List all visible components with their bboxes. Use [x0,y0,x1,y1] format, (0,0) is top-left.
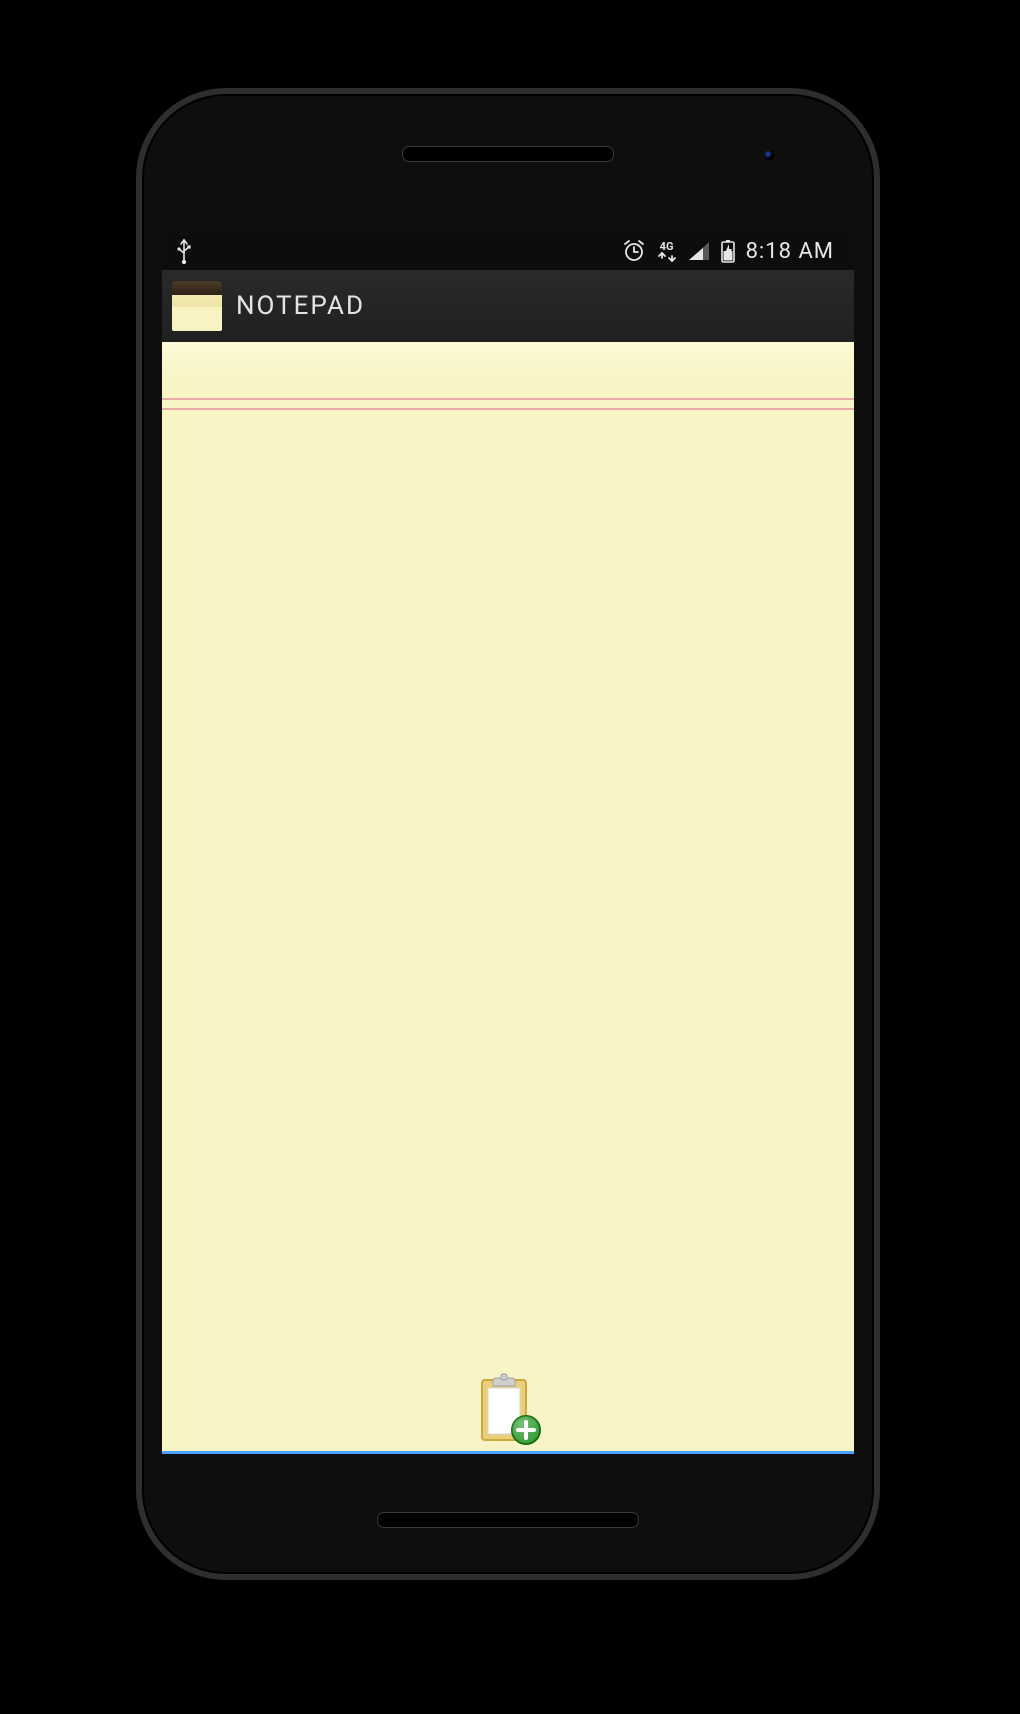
status-clock: 8:18 AM [746,239,834,264]
speaker-grille [402,146,614,162]
notepad-canvas[interactable] [162,342,854,1454]
front-camera [764,150,774,160]
app-title: NOTEPAD [236,291,365,321]
notepad-app-icon [172,281,222,331]
screen: 4G [162,232,854,1454]
action-bar: NOTEPAD [162,270,854,342]
plus-badge-icon [512,1416,540,1444]
alarm-icon [622,239,646,263]
network-4g-icon: 4G [656,241,678,262]
battery-charging-icon [720,239,736,263]
usb-icon [176,237,192,265]
signal-icon [688,241,710,261]
add-note-button[interactable] [468,1372,548,1448]
home-bar [377,1512,639,1528]
phone-frame: 4G [136,88,880,1580]
status-bar: 4G [162,232,854,270]
bottom-divider [162,1451,854,1454]
